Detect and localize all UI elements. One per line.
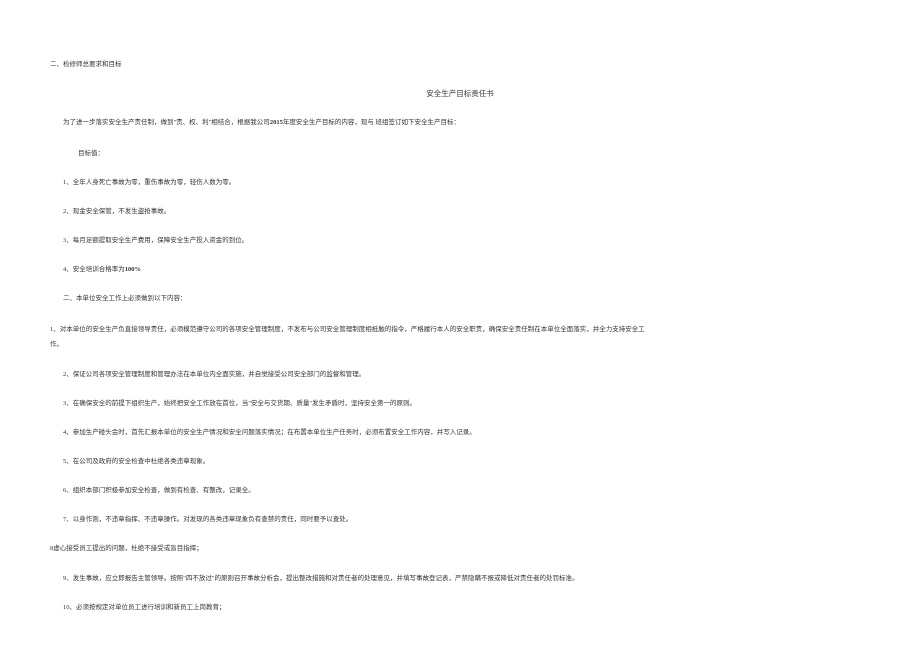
- section1-label: 目标值：: [78, 149, 870, 158]
- item4-percent: 100%: [125, 266, 141, 273]
- requirement-item-7: 7、以身作则，不违章指挥、不违章操作。对发现的各类违章现象负有查禁的责任，同时要…: [50, 515, 870, 524]
- intro-suffix: 班组签订如下安全生产目标：: [375, 119, 460, 126]
- req1-line2: 作。: [50, 338, 870, 352]
- subsection-label: 二、本单位安全工作上必须做到以下内容：: [50, 294, 870, 303]
- requirement-item-6: 6、组织本部门积极参加安全检查，做到有检查、有整改，记录全。: [50, 486, 870, 495]
- requirement-item-3: 3、在确保安全的前提下组织生产，始终把安全工作放在首位，当"安全与交货期、质量"…: [50, 399, 870, 408]
- section-header: 二、检修师总要求和目标: [50, 60, 870, 69]
- intro-prefix: 为了进一步落实安全生产责任制，做到"责、权、利"相结合，根据我公司: [63, 119, 270, 126]
- goal-item-1: 1、全年人身死亡事故为零，重伤事故为零，轻伤人数为零。: [50, 178, 870, 187]
- requirement-item-5: 5、在公司及政府的安全检查中杜绝各类违章现象。: [50, 457, 870, 466]
- document-title: 安全生产目标责任书: [50, 89, 870, 100]
- requirement-item-2: 2、保证公司各项安全管理制度和管理办法在本单位内全面实施，并自觉接受公司安全部门…: [50, 370, 870, 379]
- requirement-item-4: 4、参加生产碰头会时，首先汇报本单位的安全生产情况和安全问题落实情况；在布置本单…: [50, 428, 870, 437]
- goal-item-2: 2、现金安全保管，不发生盗抢事故。: [50, 207, 870, 216]
- item4-prefix: 4、安全培训合格率为: [63, 266, 125, 273]
- intro-paragraph: 为了进一步落实安全生产责任制，做到"责、权、利"相结合，根据我公司2015年度安…: [50, 118, 870, 127]
- requirement-item-9: 9、发生事故，应立即报告主管领导。按照"四不放过"的原则召开事故分析会，提出整改…: [50, 574, 870, 583]
- requirement-item-10: 10、必须按规定对单位员工进行培训和新员工上岗教育；: [50, 603, 870, 612]
- goal-item-3: 3、每月足额提取安全生产费用，保障安全生产投入资金的到位。: [50, 236, 870, 245]
- intro-year: 2015: [270, 119, 283, 126]
- goal-item-4: 4、安全培训合格率为100%: [50, 265, 870, 274]
- intro-mid: 年度安全生产目标的内容，现与: [283, 119, 374, 126]
- requirement-item-1: 1、对本单位的安全生产负直接领导责任，必须模范遵守公司的各项安全管理制度，不发布…: [50, 323, 870, 352]
- requirement-item-8: 8虚心接受员工提出的问题，杜绝不接受或盲目指挥；: [50, 544, 870, 553]
- req1-line1: 1、对本单位的安全生产负直接领导责任，必须模范遵守公司的各项安全管理制度，不发布…: [50, 326, 645, 333]
